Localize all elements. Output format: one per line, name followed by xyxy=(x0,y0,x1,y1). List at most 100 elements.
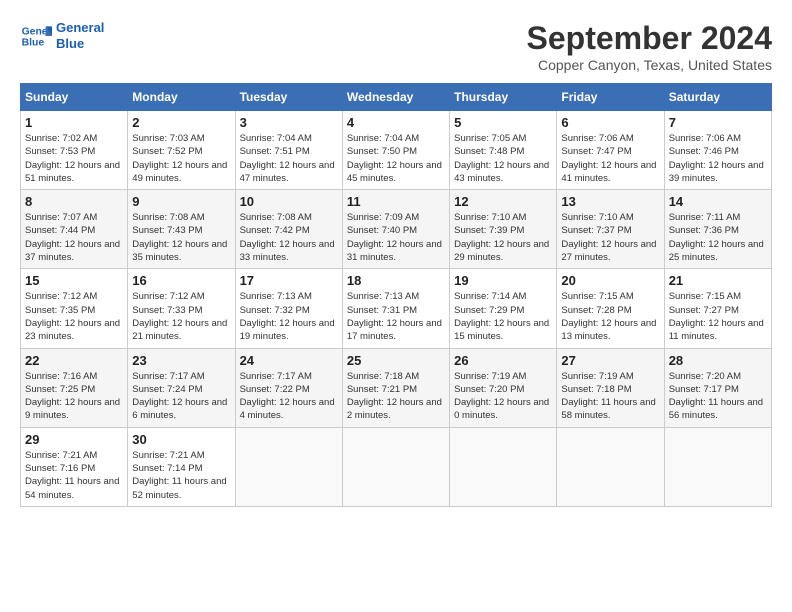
day-info: Sunrise: 7:17 AM Sunset: 7:24 PM Dayligh… xyxy=(132,370,230,423)
location: Copper Canyon, Texas, United States xyxy=(527,57,772,73)
day-info: Sunrise: 7:09 AM Sunset: 7:40 PM Dayligh… xyxy=(347,211,445,264)
logo-line1: General xyxy=(56,20,104,36)
day-number: 2 xyxy=(132,115,230,130)
day-info: Sunrise: 7:16 AM Sunset: 7:25 PM Dayligh… xyxy=(25,370,123,423)
day-header-friday: Friday xyxy=(557,84,664,111)
day-number: 24 xyxy=(240,353,338,368)
calendar-day: 12 Sunrise: 7:10 AM Sunset: 7:39 PM Dayl… xyxy=(450,190,557,269)
calendar-week-1: 1 Sunrise: 7:02 AM Sunset: 7:53 PM Dayli… xyxy=(21,111,772,190)
day-info: Sunrise: 7:18 AM Sunset: 7:21 PM Dayligh… xyxy=(347,370,445,423)
logo-line2: Blue xyxy=(56,36,104,52)
calendar-day: 29 Sunrise: 7:21 AM Sunset: 7:16 PM Dayl… xyxy=(21,427,128,506)
day-info: Sunrise: 7:11 AM Sunset: 7:36 PM Dayligh… xyxy=(669,211,767,264)
day-number: 21 xyxy=(669,273,767,288)
svg-text:Blue: Blue xyxy=(22,38,45,49)
calendar-day: 26 Sunrise: 7:19 AM Sunset: 7:20 PM Dayl… xyxy=(450,348,557,427)
day-number: 1 xyxy=(25,115,123,130)
day-info: Sunrise: 7:19 AM Sunset: 7:20 PM Dayligh… xyxy=(454,370,552,423)
calendar-header-row: SundayMondayTuesdayWednesdayThursdayFrid… xyxy=(21,84,772,111)
day-info: Sunrise: 7:13 AM Sunset: 7:31 PM Dayligh… xyxy=(347,290,445,343)
calendar-day: 13 Sunrise: 7:10 AM Sunset: 7:37 PM Dayl… xyxy=(557,190,664,269)
calendar-day: 11 Sunrise: 7:09 AM Sunset: 7:40 PM Dayl… xyxy=(342,190,449,269)
day-number: 13 xyxy=(561,194,659,209)
calendar-day: 7 Sunrise: 7:06 AM Sunset: 7:46 PM Dayli… xyxy=(664,111,771,190)
day-number: 26 xyxy=(454,353,552,368)
calendar-day: 19 Sunrise: 7:14 AM Sunset: 7:29 PM Dayl… xyxy=(450,269,557,348)
calendar-day: 15 Sunrise: 7:12 AM Sunset: 7:35 PM Dayl… xyxy=(21,269,128,348)
calendar-day: 17 Sunrise: 7:13 AM Sunset: 7:32 PM Dayl… xyxy=(235,269,342,348)
calendar-day: 4 Sunrise: 7:04 AM Sunset: 7:50 PM Dayli… xyxy=(342,111,449,190)
calendar-day xyxy=(450,427,557,506)
day-info: Sunrise: 7:03 AM Sunset: 7:52 PM Dayligh… xyxy=(132,132,230,185)
calendar-day: 1 Sunrise: 7:02 AM Sunset: 7:53 PM Dayli… xyxy=(21,111,128,190)
day-info: Sunrise: 7:04 AM Sunset: 7:50 PM Dayligh… xyxy=(347,132,445,185)
day-header-saturday: Saturday xyxy=(664,84,771,111)
calendar-day: 20 Sunrise: 7:15 AM Sunset: 7:28 PM Dayl… xyxy=(557,269,664,348)
title-area: September 2024 Copper Canyon, Texas, Uni… xyxy=(527,20,772,73)
calendar-day: 14 Sunrise: 7:11 AM Sunset: 7:36 PM Dayl… xyxy=(664,190,771,269)
calendar-week-3: 15 Sunrise: 7:12 AM Sunset: 7:35 PM Dayl… xyxy=(21,269,772,348)
calendar-day: 10 Sunrise: 7:08 AM Sunset: 7:42 PM Dayl… xyxy=(235,190,342,269)
day-number: 25 xyxy=(347,353,445,368)
day-info: Sunrise: 7:15 AM Sunset: 7:27 PM Dayligh… xyxy=(669,290,767,343)
calendar-day: 24 Sunrise: 7:17 AM Sunset: 7:22 PM Dayl… xyxy=(235,348,342,427)
calendar-day xyxy=(342,427,449,506)
calendar-day: 16 Sunrise: 7:12 AM Sunset: 7:33 PM Dayl… xyxy=(128,269,235,348)
day-number: 27 xyxy=(561,353,659,368)
calendar-week-4: 22 Sunrise: 7:16 AM Sunset: 7:25 PM Dayl… xyxy=(21,348,772,427)
day-number: 4 xyxy=(347,115,445,130)
day-number: 28 xyxy=(669,353,767,368)
day-number: 20 xyxy=(561,273,659,288)
day-number: 10 xyxy=(240,194,338,209)
calendar-day: 3 Sunrise: 7:04 AM Sunset: 7:51 PM Dayli… xyxy=(235,111,342,190)
day-info: Sunrise: 7:17 AM Sunset: 7:22 PM Dayligh… xyxy=(240,370,338,423)
day-header-wednesday: Wednesday xyxy=(342,84,449,111)
day-number: 30 xyxy=(132,432,230,447)
day-header-tuesday: Tuesday xyxy=(235,84,342,111)
calendar-day: 2 Sunrise: 7:03 AM Sunset: 7:52 PM Dayli… xyxy=(128,111,235,190)
day-number: 11 xyxy=(347,194,445,209)
day-header-monday: Monday xyxy=(128,84,235,111)
day-info: Sunrise: 7:15 AM Sunset: 7:28 PM Dayligh… xyxy=(561,290,659,343)
day-number: 18 xyxy=(347,273,445,288)
calendar-day: 21 Sunrise: 7:15 AM Sunset: 7:27 PM Dayl… xyxy=(664,269,771,348)
calendar-day: 22 Sunrise: 7:16 AM Sunset: 7:25 PM Dayl… xyxy=(21,348,128,427)
calendar-day: 9 Sunrise: 7:08 AM Sunset: 7:43 PM Dayli… xyxy=(128,190,235,269)
day-info: Sunrise: 7:08 AM Sunset: 7:42 PM Dayligh… xyxy=(240,211,338,264)
day-info: Sunrise: 7:06 AM Sunset: 7:46 PM Dayligh… xyxy=(669,132,767,185)
calendar-week-5: 29 Sunrise: 7:21 AM Sunset: 7:16 PM Dayl… xyxy=(21,427,772,506)
day-number: 22 xyxy=(25,353,123,368)
day-number: 17 xyxy=(240,273,338,288)
calendar-day: 6 Sunrise: 7:06 AM Sunset: 7:47 PM Dayli… xyxy=(557,111,664,190)
calendar-day xyxy=(664,427,771,506)
day-number: 23 xyxy=(132,353,230,368)
day-number: 15 xyxy=(25,273,123,288)
month-title: September 2024 xyxy=(527,20,772,57)
calendar-day: 28 Sunrise: 7:20 AM Sunset: 7:17 PM Dayl… xyxy=(664,348,771,427)
day-number: 29 xyxy=(25,432,123,447)
day-info: Sunrise: 7:10 AM Sunset: 7:37 PM Dayligh… xyxy=(561,211,659,264)
calendar-day xyxy=(557,427,664,506)
day-number: 3 xyxy=(240,115,338,130)
day-number: 12 xyxy=(454,194,552,209)
calendar-day xyxy=(235,427,342,506)
day-info: Sunrise: 7:02 AM Sunset: 7:53 PM Dayligh… xyxy=(25,132,123,185)
calendar-day: 5 Sunrise: 7:05 AM Sunset: 7:48 PM Dayli… xyxy=(450,111,557,190)
day-info: Sunrise: 7:10 AM Sunset: 7:39 PM Dayligh… xyxy=(454,211,552,264)
calendar-week-2: 8 Sunrise: 7:07 AM Sunset: 7:44 PM Dayli… xyxy=(21,190,772,269)
calendar-day: 18 Sunrise: 7:13 AM Sunset: 7:31 PM Dayl… xyxy=(342,269,449,348)
day-info: Sunrise: 7:19 AM Sunset: 7:18 PM Dayligh… xyxy=(561,370,659,423)
day-info: Sunrise: 7:05 AM Sunset: 7:48 PM Dayligh… xyxy=(454,132,552,185)
day-info: Sunrise: 7:08 AM Sunset: 7:43 PM Dayligh… xyxy=(132,211,230,264)
calendar-day: 27 Sunrise: 7:19 AM Sunset: 7:18 PM Dayl… xyxy=(557,348,664,427)
day-info: Sunrise: 7:13 AM Sunset: 7:32 PM Dayligh… xyxy=(240,290,338,343)
day-info: Sunrise: 7:06 AM Sunset: 7:47 PM Dayligh… xyxy=(561,132,659,185)
day-number: 16 xyxy=(132,273,230,288)
day-number: 5 xyxy=(454,115,552,130)
day-number: 9 xyxy=(132,194,230,209)
day-number: 19 xyxy=(454,273,552,288)
calendar-day: 23 Sunrise: 7:17 AM Sunset: 7:24 PM Dayl… xyxy=(128,348,235,427)
day-number: 8 xyxy=(25,194,123,209)
day-number: 14 xyxy=(669,194,767,209)
day-header-thursday: Thursday xyxy=(450,84,557,111)
